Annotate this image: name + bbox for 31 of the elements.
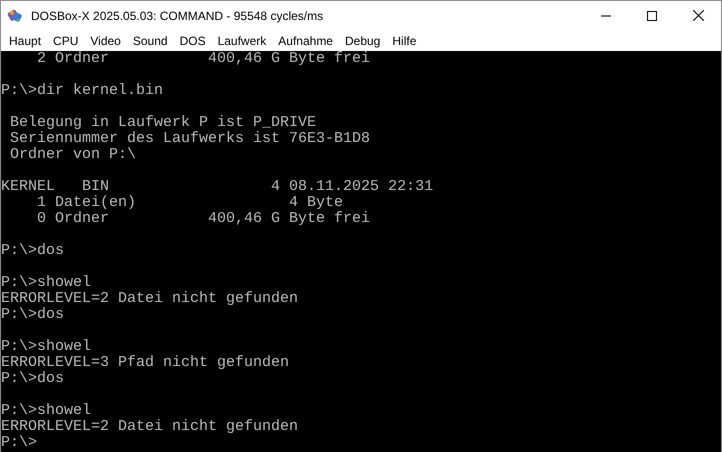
menu-item[interactable]: Video (84, 30, 127, 51)
window-title: DOSBox-X 2025.05.03: COMMAND - 95548 cycles/ms (31, 8, 324, 22)
console-line: ERRORLEVEL=2 Datei nicht gefunden (1, 419, 298, 435)
console-line: P:\> (1, 435, 38, 451)
menu-item[interactable]: Aufnahme (272, 30, 339, 51)
app-icon (7, 8, 23, 24)
menu-item[interactable]: Sound (126, 30, 174, 51)
console-line: KERNEL BIN 4 08.11.2025 22:31 (1, 179, 434, 195)
console-line: P:\>dos (1, 243, 64, 259)
menu-item[interactable]: Debug (338, 30, 386, 51)
maximize-icon (647, 10, 657, 20)
menu-item[interactable]: Hilfe (386, 30, 422, 51)
menu-item[interactable]: Laufwerk (212, 30, 272, 51)
console-line: P:\>showel (1, 339, 92, 355)
console-line: P:\>dir kernel.bin (1, 83, 164, 99)
console-line: ERRORLEVEL=2 Datei nicht gefunden (1, 291, 298, 307)
menu-item[interactable]: DOS (174, 30, 212, 51)
menu-item[interactable]: CPU (47, 30, 84, 51)
close-icon (692, 10, 704, 21)
console-line: Belegung in Laufwerk P ist P_DRIVE (9, 115, 316, 131)
console-line: 0 Ordner 400,46 G Byte frei (36, 211, 370, 227)
console-line: P:\>dos (1, 307, 64, 323)
menu-item[interactable]: Haupt (3, 30, 48, 51)
console-line: P:\>dos (1, 371, 64, 387)
console-line: ERRORLEVEL=3 Pfad nicht gefunden (1, 355, 290, 371)
console-line: Seriennummer des Laufwerks ist 76E3-B1D8 (9, 131, 370, 147)
console-line: 1 Datei(en) 4 Byte (36, 195, 344, 211)
console-line: 2 Ordner 400,46 G Byte frei (36, 51, 370, 67)
console-line: P:\>showel (1, 403, 92, 419)
console-line: P:\>showel (1, 275, 92, 291)
console-line: Ordner von P:\ (9, 147, 136, 163)
